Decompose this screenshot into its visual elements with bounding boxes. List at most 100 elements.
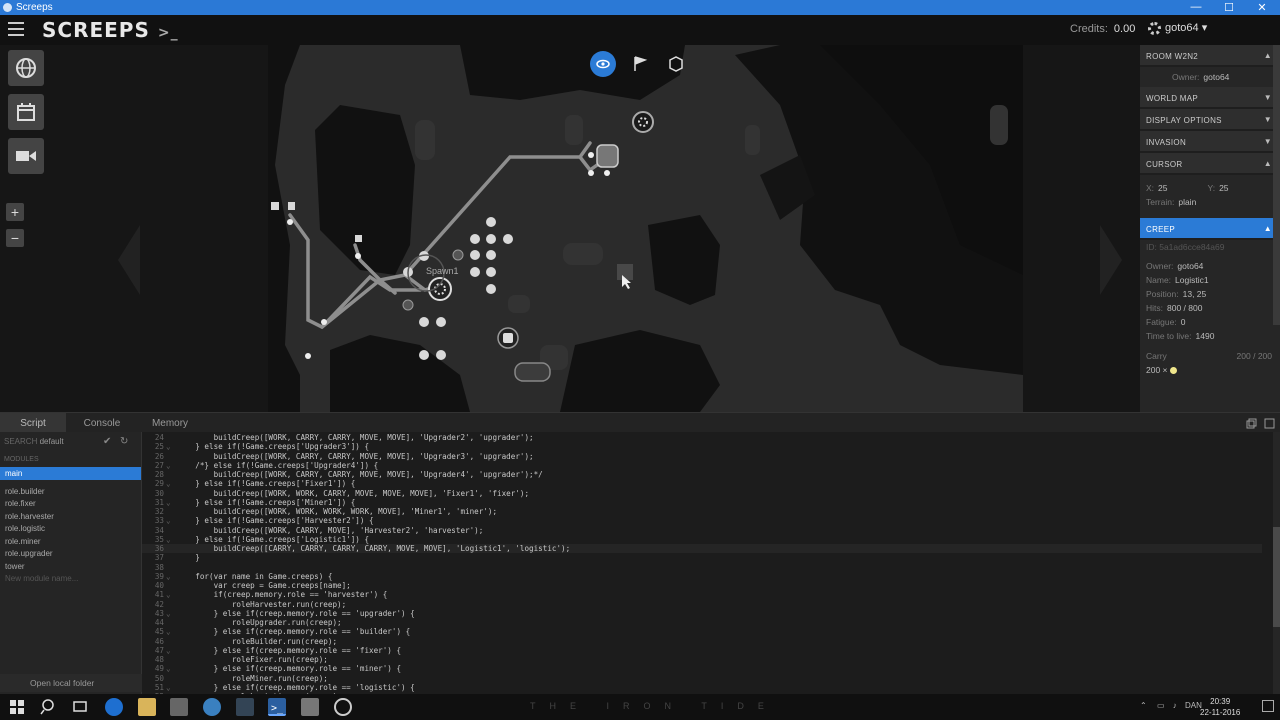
- code-text: buildCreep([WORK, CARRY, CARRY, MOVE, MO…: [177, 470, 543, 479]
- code-line[interactable]: 35 ⌄ } else if(!Game.creeps['Logistic1'])…: [142, 535, 1262, 544]
- module-role-fixer[interactable]: role.fixer: [0, 497, 141, 510]
- world-button[interactable]: [8, 50, 44, 86]
- module-role-builder[interactable]: role.builder: [0, 485, 141, 498]
- search-icon[interactable]: [40, 698, 58, 716]
- chrome-icon[interactable]: [203, 698, 221, 716]
- minimize-button[interactable]: —: [1180, 1, 1212, 13]
- fold-icon[interactable]: ⌄: [166, 646, 171, 655]
- code-line[interactable]: 33 ⌄ } else if(!Game.creeps['Harvester2']…: [142, 516, 1262, 525]
- module-tower[interactable]: tower: [0, 560, 141, 573]
- task-view-icon[interactable]: [72, 698, 90, 716]
- fold-icon[interactable]: ⌄: [166, 572, 171, 581]
- code-line[interactable]: 34 buildCreep([WORK, CARRY, MOVE], 'Harv…: [142, 526, 1262, 535]
- screeps-taskbar-icon[interactable]: >_: [268, 698, 286, 716]
- module-role-miner[interactable]: role.miner: [0, 535, 141, 548]
- code-line[interactable]: 40 var creep = Game.creeps[name];: [142, 581, 1262, 590]
- zoom-in-button[interactable]: +: [6, 203, 24, 221]
- code-line[interactable]: 31 ⌄ } else if(!Game.creeps['Miner1']) {: [142, 498, 1262, 507]
- fold-icon[interactable]: ⌄: [166, 683, 171, 692]
- code-line[interactable]: 24 buildCreep([WORK, CARRY, CARRY, MOVE,…: [142, 433, 1262, 442]
- obs-icon[interactable]: [334, 698, 352, 716]
- room-panel-header[interactable]: ROOM W2N2 ▲: [1140, 45, 1280, 67]
- close-button[interactable]: ✕: [1246, 1, 1278, 14]
- module-role-logistic[interactable]: role.logistic: [0, 522, 141, 535]
- expand-icon[interactable]: [1246, 418, 1257, 429]
- code-line[interactable]: 39 ⌄ for(var name in Game.creeps) {: [142, 572, 1262, 581]
- fold-icon[interactable]: ⌄: [166, 498, 171, 507]
- tab-console[interactable]: Console: [70, 413, 134, 433]
- code-line[interactable]: 28 buildCreep([WORK, CARRY, CARRY, MOVE,…: [142, 470, 1262, 479]
- code-line[interactable]: 30 buildCreep([WORK, WORK, CARRY, MOVE, …: [142, 489, 1262, 498]
- code-line[interactable]: 49 ⌄ } else if(creep.memory.role == 'mine…: [142, 664, 1262, 673]
- fold-icon[interactable]: ⌄: [166, 442, 171, 451]
- history-button[interactable]: [8, 94, 44, 130]
- app-icon-2[interactable]: [301, 698, 319, 716]
- tab-memory[interactable]: Memory: [138, 413, 202, 433]
- globe-icon: [16, 58, 36, 78]
- top-bar: SCREEPS >_ Credits: 0.00 goto64 ▾: [0, 15, 1280, 45]
- code-line[interactable]: 27 ⌄ /*} else if(!Game.creeps['Upgrader4'…: [142, 461, 1262, 470]
- room-map[interactable]: Spawn1: [0, 45, 1140, 412]
- code-line[interactable]: 44 roleUpgrader.run(creep);: [142, 618, 1262, 627]
- network-icon[interactable]: ▭: [1157, 701, 1165, 710]
- edge-icon[interactable]: [105, 698, 123, 716]
- code-line[interactable]: 42 roleHarvester.run(creep);: [142, 600, 1262, 609]
- replay-button[interactable]: [8, 138, 44, 174]
- code-line[interactable]: 29 ⌄ } else if(!Game.creeps['Fixer1']) {: [142, 479, 1262, 488]
- code-editor[interactable]: 24 buildCreep([WORK, CARRY, CARRY, MOVE,…: [142, 432, 1273, 694]
- zoom-out-button[interactable]: −: [6, 229, 24, 247]
- revert-icon[interactable]: ↻: [120, 436, 128, 447]
- steam-icon[interactable]: [236, 698, 254, 716]
- fold-icon[interactable]: ⌄: [166, 627, 171, 636]
- sidebar-scrollbar[interactable]: [1273, 45, 1280, 325]
- code-line[interactable]: 41 ⌄ if(creep.memory.role == 'harvester')…: [142, 590, 1262, 599]
- fold-icon[interactable]: ⌄: [166, 461, 171, 470]
- world-map-header[interactable]: WORLD MAP ▼: [1140, 87, 1280, 109]
- module-role-upgrader[interactable]: role.upgrader: [0, 547, 141, 560]
- user-menu[interactable]: goto64 ▾: [1148, 21, 1207, 35]
- room-map-canvas[interactable]: Spawn1: [0, 45, 1140, 412]
- volume-icon[interactable]: ♪: [1173, 701, 1177, 710]
- clock[interactable]: 20:39 22-11-2016: [1200, 696, 1240, 718]
- code-line[interactable]: 43 ⌄ } else if(creep.memory.role == 'upgr…: [142, 609, 1262, 618]
- fold-icon[interactable]: ⌄: [166, 516, 171, 525]
- display-options-header[interactable]: DISPLAY OPTIONS ▼: [1140, 109, 1280, 131]
- code-line[interactable]: 36 buildCreep([CARRY, CARRY, CARRY, CARR…: [142, 544, 1262, 554]
- code-line[interactable]: 46 roleBuilder.run(creep);: [142, 637, 1262, 646]
- fold-icon[interactable]: ⌄: [166, 590, 171, 599]
- code-line[interactable]: 25 ⌄ } else if(!Game.creeps['Upgrader3'])…: [142, 442, 1262, 451]
- tray-up-icon[interactable]: ⌃: [1140, 701, 1147, 710]
- code-line[interactable]: 37 }: [142, 553, 1262, 562]
- creep-header[interactable]: CREEP ▲: [1140, 218, 1280, 240]
- fold-icon[interactable]: ⌄: [166, 664, 171, 673]
- notifications-icon[interactable]: [1262, 700, 1274, 712]
- editor-scrollbar[interactable]: [1273, 432, 1280, 694]
- code-line[interactable]: 38: [142, 563, 1262, 572]
- code-line[interactable]: 48 roleFixer.run(creep);: [142, 655, 1262, 664]
- menu-icon[interactable]: [8, 22, 24, 38]
- commit-check-icon[interactable]: ✔: [103, 436, 111, 447]
- module-main[interactable]: main: [0, 467, 141, 480]
- file-explorer-icon[interactable]: [138, 698, 156, 716]
- cursor-header[interactable]: CURSOR ▲: [1140, 153, 1280, 175]
- branch-selector[interactable]: SEARCH default ✔ ↻: [0, 432, 141, 452]
- brand-logo[interactable]: SCREEPS >_: [42, 18, 179, 42]
- code-line[interactable]: 47 ⌄ } else if(creep.memory.role == 'fixe…: [142, 646, 1262, 655]
- new-module-input[interactable]: New module name...: [0, 572, 141, 585]
- maximize-panel-icon[interactable]: [1264, 418, 1275, 429]
- fold-icon[interactable]: ⌄: [166, 479, 171, 488]
- code-line[interactable]: 45 ⌄ } else if(creep.memory.role == 'buil…: [142, 627, 1262, 636]
- module-role-harvester[interactable]: role.harvester: [0, 510, 141, 523]
- open-local-folder-button[interactable]: Open local folder: [0, 674, 142, 692]
- code-line[interactable]: 50 roleMiner.run(creep);: [142, 674, 1262, 683]
- store-icon[interactable]: [170, 698, 188, 716]
- invasion-header[interactable]: INVASION ▼: [1140, 131, 1280, 153]
- start-icon[interactable]: [8, 698, 28, 716]
- fold-icon[interactable]: ⌄: [166, 609, 171, 618]
- maximize-button[interactable]: ☐: [1213, 1, 1245, 14]
- tab-script[interactable]: Script: [0, 413, 66, 433]
- fold-icon[interactable]: ⌄: [166, 535, 171, 544]
- code-line[interactable]: 32 buildCreep([WORK, WORK, WORK, WORK, M…: [142, 507, 1262, 516]
- code-line[interactable]: 26 buildCreep([WORK, CARRY, CARRY, MOVE,…: [142, 452, 1262, 461]
- code-line[interactable]: 51 ⌄ } else if(creep.memory.role == 'logi…: [142, 683, 1262, 692]
